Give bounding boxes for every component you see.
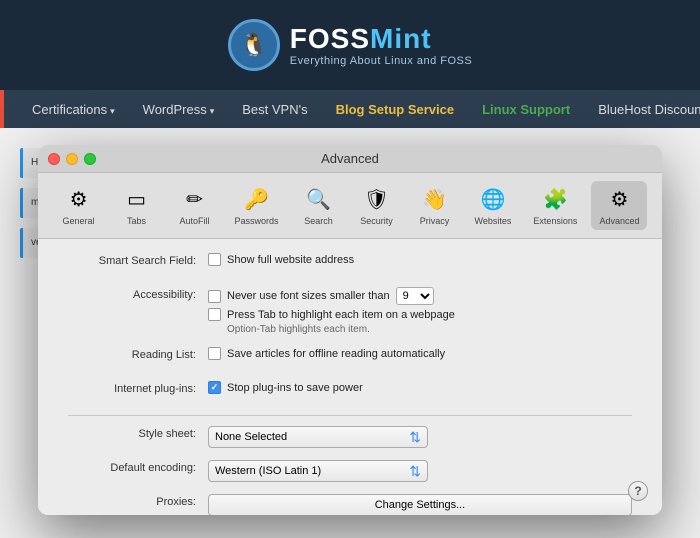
penguin-icon: 🐧 [240,32,267,58]
toolbar-security[interactable]: 🛡 Security [351,181,403,230]
tab-highlight-option: Press Tab to highlight each item on a we… [227,309,455,321]
advanced-icon: ⚙ [605,185,633,213]
toolbar-websites[interactable]: 🌐 Websites [467,181,520,230]
nav-wordpress[interactable]: WordPress▾ [131,96,227,123]
encoding-value: Western (ISO Latin 1) [215,465,321,477]
pref-row-encoding: Default encoding: Western (ISO Latin 1) … [68,460,632,482]
toolbar-passwords-label: Passwords [235,216,279,226]
stylesheet-label: Style sheet: [68,426,208,440]
toolbar-search[interactable]: 🔍 Search [293,181,345,230]
site-tagline: Everything About Linux and FOSS [290,55,472,67]
general-icon: ⚙ [65,185,93,213]
nav-linux-support[interactable]: Linux Support [470,96,582,123]
font-size-select[interactable]: 9 10 12 [396,287,434,305]
pref-row-smart-search: Smart Search Field: Show full website ad… [68,253,632,275]
smart-search-label: Smart Search Field: [68,253,208,267]
toolbar-advanced-label: Advanced [599,216,639,226]
dialog-content: Smart Search Field: Show full website ad… [38,239,662,515]
nav-left-divider [0,90,4,128]
help-button[interactable]: ? [628,481,648,501]
logo-text: FOSSMint Everything About Linux and FOSS [290,23,472,67]
font-size-option: Never use font sizes smaller than [227,290,390,302]
minimize-button[interactable] [66,153,78,165]
site-name: FOSSMint [290,23,472,55]
plugins-checkbox[interactable] [208,381,221,394]
plugins-option: Stop plug-ins to save power [227,382,363,394]
toolbar-general-label: General [63,216,95,226]
nav-vpn[interactable]: Best VPN's [230,96,319,123]
encoding-label: Default encoding: [68,460,208,474]
accessibility-hint: Option-Tab highlights each item. [227,324,632,335]
nav-bluehost[interactable]: BlueHost Discount [586,96,700,123]
encoding-control: Western (ISO Latin 1) ⇅ [208,460,632,482]
smart-search-option: Show full website address [227,254,354,266]
accessibility-control: Never use font sizes smaller than 9 10 1… [208,287,632,335]
security-icon: 🛡 [363,185,391,213]
tab-highlight-checkbox[interactable] [208,308,221,321]
site-nav: Certifications▾ WordPress▾ Best VPN's Bl… [0,90,700,128]
dialog-title: Advanced [321,151,379,166]
toolbar-websites-label: Websites [475,216,512,226]
reading-list-control: Save articles for offline reading automa… [208,347,632,360]
proxies-control: Change Settings... [208,494,632,515]
toolbar-security-label: Security [360,216,393,226]
pref-row-proxies: Proxies: Change Settings... [68,494,632,515]
dialog-titlebar: Advanced [38,145,662,173]
separator-1 [68,415,632,416]
pref-row-stylesheet: Style sheet: None Selected ⇅ [68,426,632,448]
maximize-button[interactable] [84,153,96,165]
dialog-toolbar: ⚙ General ▭ Tabs ✏ AutoFill 🔑 Passwords … [38,173,662,239]
pref-row-accessibility: Accessibility: Never use font sizes smal… [68,287,632,335]
logo-area: 🐧 FOSSMint Everything About Linux and FO… [228,19,472,71]
toolbar-general[interactable]: ⚙ General [53,181,105,230]
accessibility-label: Accessibility: [68,287,208,301]
font-size-checkbox[interactable] [208,290,221,303]
toolbar-passwords[interactable]: 🔑 Passwords [227,181,287,230]
reading-list-checkbox[interactable] [208,347,221,360]
smart-search-checkbox[interactable] [208,253,221,266]
plugins-label: Internet plug-ins: [68,381,208,395]
plugins-control: Stop plug-ins to save power [208,381,632,394]
passwords-icon: 🔑 [243,185,271,213]
nav-blog-setup[interactable]: Blog Setup Service [324,96,466,123]
toolbar-privacy-label: Privacy [420,216,450,226]
pref-row-plugins: Internet plug-ins: Stop plug-ins to save… [68,381,632,403]
stylesheet-value: None Selected [215,431,287,443]
stylesheet-dropdown[interactable]: None Selected ⇅ [208,426,428,448]
toolbar-tabs-label: Tabs [127,216,146,226]
toolbar-privacy[interactable]: 👋 Privacy [409,181,461,230]
proxies-label: Proxies: [68,494,208,508]
toolbar-search-label: Search [304,216,333,226]
nav-certifications[interactable]: Certifications▾ [20,96,127,123]
dropdown-arrows-icon: ⇅ [409,429,421,446]
toolbar-advanced[interactable]: ⚙ Advanced [591,181,647,230]
toolbar-tabs[interactable]: ▭ Tabs [111,181,163,230]
traffic-lights [48,153,96,165]
search-icon: 🔍 [305,185,333,213]
tabs-icon: ▭ [123,185,151,213]
pref-row-reading-list: Reading List: Save articles for offline … [68,347,632,369]
websites-icon: 🌐 [479,185,507,213]
smart-search-control: Show full website address [208,253,632,266]
close-button[interactable] [48,153,60,165]
reading-list-label: Reading List: [68,347,208,361]
encoding-dropdown[interactable]: Western (ISO Latin 1) ⇅ [208,460,428,482]
extensions-icon: 🧩 [541,185,569,213]
logo-icon: 🐧 [228,19,280,71]
privacy-icon: 👋 [421,185,449,213]
reading-list-option: Save articles for offline reading automa… [227,348,445,360]
toolbar-extensions-label: Extensions [533,216,577,226]
preferences-dialog: Advanced ⚙ General ▭ Tabs ✏ AutoFill 🔑 P… [38,145,662,515]
toolbar-autofill-label: AutoFill [180,216,210,226]
toolbar-extensions[interactable]: 🧩 Extensions [525,181,585,230]
autofill-icon: ✏ [181,185,209,213]
encoding-dropdown-arrows-icon: ⇅ [409,463,421,480]
site-header: 🐧 FOSSMint Everything About Linux and FO… [0,0,700,90]
proxies-change-button[interactable]: Change Settings... [208,494,632,515]
toolbar-autofill[interactable]: ✏ AutoFill [169,181,221,230]
stylesheet-control: None Selected ⇅ [208,426,632,448]
